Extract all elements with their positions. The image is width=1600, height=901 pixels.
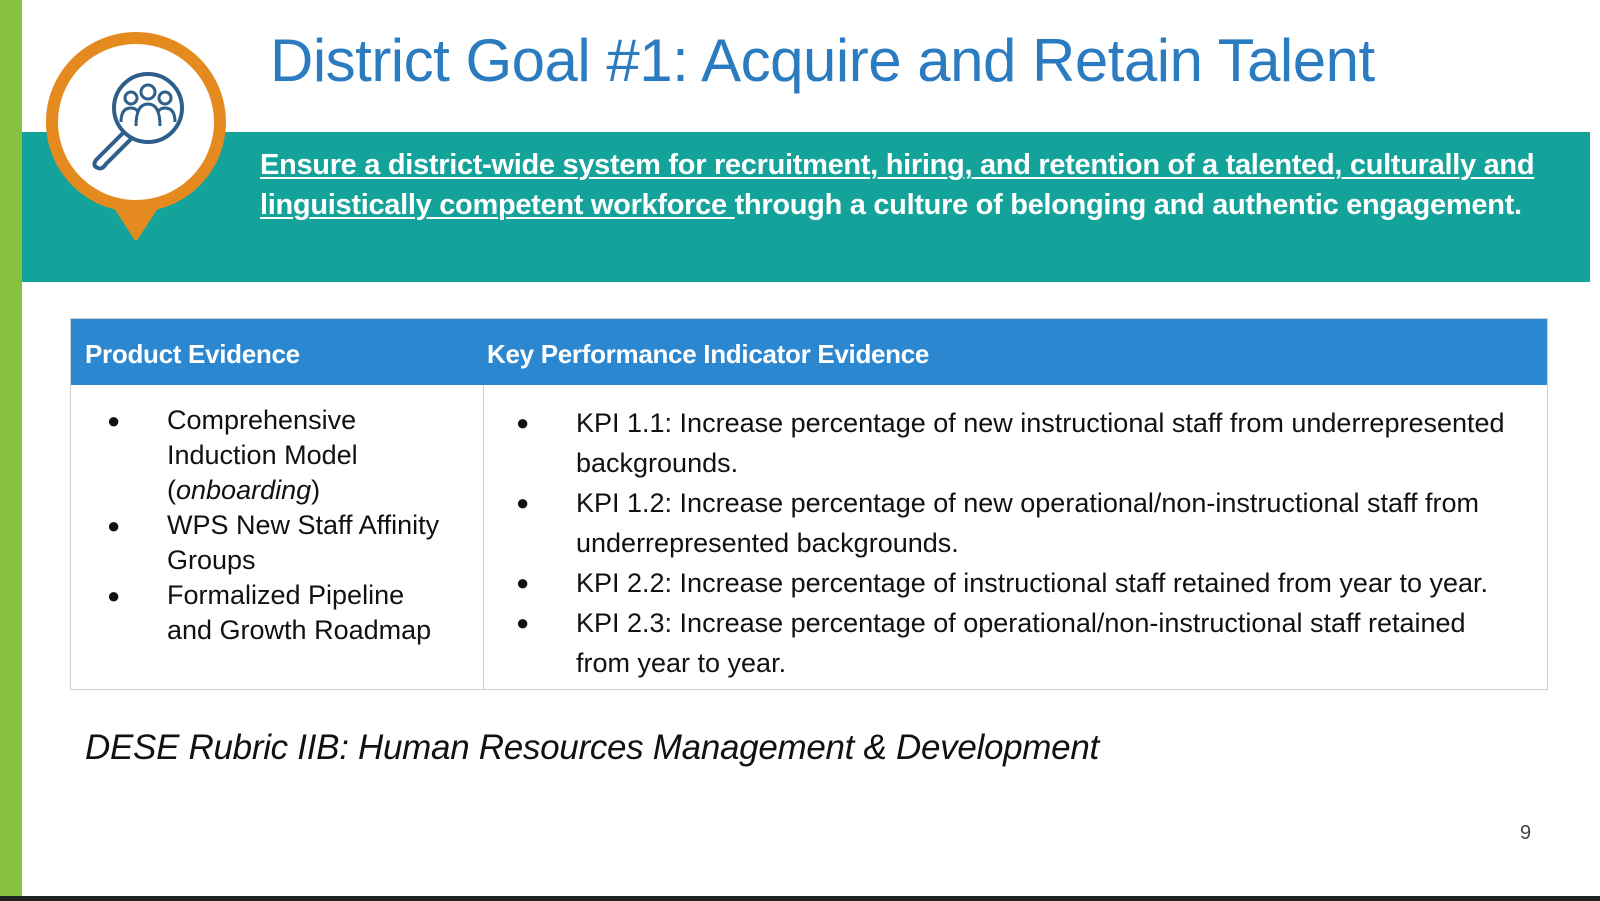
bullet-icon: ● [107, 583, 121, 608]
item-text: WPS New Staff Affinity Groups [167, 510, 440, 575]
column-divider [483, 385, 484, 690]
item-text: KPI 2.3: Increase percentage of operatio… [576, 608, 1466, 678]
bullet-icon: ● [516, 410, 530, 435]
bullet-icon: ● [107, 513, 121, 538]
item-text: KPI 1.2: Increase percentage of new oper… [576, 488, 1480, 558]
list-item: ● Comprehensive Induction Model (onboardi… [107, 403, 447, 508]
item-text: Formalized Pipeline and Growth Roadmap [167, 580, 432, 645]
header-kpi-evidence: Key Performance Indicator Evidence [487, 339, 930, 369]
product-evidence-list: ● Comprehensive Induction Model (onboardi… [107, 403, 447, 648]
bullet-icon: ● [107, 408, 121, 433]
list-item: ● KPI 1.2: Increase percentage of new ope… [516, 483, 1526, 563]
rubric-reference: DESE Rubric IIB: Human Resources Managem… [85, 728, 1099, 767]
kpi-evidence-list: ● KPI 1.1: Increase percentage of new ins… [516, 403, 1526, 683]
header-product-evidence: Product Evidence [85, 339, 300, 369]
slide-bottom-border [0, 896, 1600, 901]
bullet-icon: ● [516, 610, 530, 635]
bullet-icon: ● [516, 570, 530, 595]
evidence-table: Product Evidence Key Performance Indicat… [70, 318, 1548, 690]
list-item: ● KPI 2.3: Increase percentage of operati… [516, 603, 1526, 683]
item-tail-text: ) [311, 475, 321, 505]
list-item: ● WPS New Staff Affinity Groups [107, 508, 447, 578]
goal-statement: Ensure a district-wide system for recrui… [260, 145, 1550, 225]
list-item: ● KPI 2.2: Increase percentage of instruc… [516, 563, 1526, 603]
item-italic-text: onboarding [176, 475, 312, 505]
item-text: KPI 1.1: Increase percentage of new inst… [576, 408, 1505, 478]
list-item: ● KPI 1.1: Increase percentage of new ins… [516, 403, 1526, 483]
slide-title: District Goal #1: Acquire and Retain Tal… [270, 27, 1375, 94]
goal-statement-plain: through a culture of belonging and authe… [734, 189, 1522, 221]
page-number: 9 [1520, 822, 1532, 844]
item-text: KPI 2.2: Increase percentage of instruct… [576, 568, 1489, 598]
people-search-icon [45, 32, 226, 240]
list-item: ● Formalized Pipeline and Growth Roadmap [107, 578, 447, 648]
table-header: Product Evidence Key Performance Indicat… [71, 319, 1547, 385]
bullet-icon: ● [516, 490, 530, 515]
slide-accent-bar [0, 0, 22, 901]
